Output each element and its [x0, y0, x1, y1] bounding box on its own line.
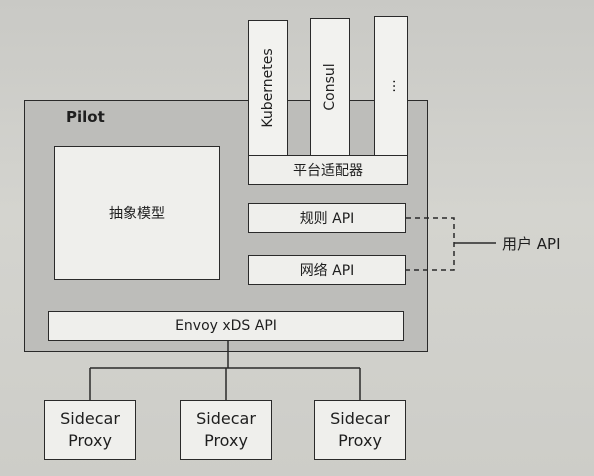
sidecar-proxy-line2: Proxy: [204, 431, 248, 450]
sidecar-proxy-line1: Sidecar: [196, 409, 256, 428]
diagram-canvas: Pilot Kubernetes Consul ... 平台适配器 抽象模型 规…: [0, 0, 594, 476]
sidecar-proxy-box: Sidecar Proxy: [314, 400, 406, 460]
user-api-dashed-connector: [406, 217, 455, 271]
sidecar-proxy-box: Sidecar Proxy: [180, 400, 272, 460]
sidecar-proxy-line2: Proxy: [338, 431, 382, 450]
sidecar-proxy-line1: Sidecar: [330, 409, 390, 428]
user-api-label: 用户 API: [502, 235, 561, 253]
sidecar-proxy-line1: Sidecar: [60, 409, 120, 428]
sidecar-proxy-line2: Proxy: [68, 431, 112, 450]
sidecar-proxy-box: Sidecar Proxy: [44, 400, 136, 460]
